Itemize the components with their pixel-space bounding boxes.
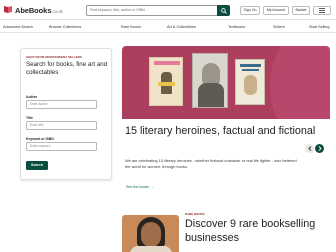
logo-tld: .co.uk: [51, 8, 63, 14]
card-title: Discover 9 rare bookselling businesses: [185, 218, 316, 244]
search-button[interactable]: Search: [26, 161, 48, 170]
site-header: AbeBooks.co.uk Find keyword, title, auth…: [0, 0, 336, 20]
header-search-button[interactable]: [217, 5, 230, 16]
book-cover-image: [235, 59, 265, 105]
nav-rare-books[interactable]: Rare Books: [121, 24, 141, 30]
menu-icon: [319, 8, 325, 13]
see-the-books-link[interactable]: See the books →: [125, 185, 155, 189]
title-label: Title: [26, 116, 33, 120]
abebooks-logo-icon: [3, 5, 13, 15]
rare-books-card[interactable]: RARE BOOKS Discover 9 rare bookselling b…: [122, 206, 330, 252]
main-nav: Advanced Search Browse Collections Rare …: [0, 21, 336, 33]
search-panel: SHOP FROM INDEPENDENT SELLERS Search for…: [20, 48, 112, 180]
search-icon: [220, 7, 227, 14]
menu-button[interactable]: [313, 6, 331, 15]
author-label: Author: [26, 95, 38, 99]
basket-button[interactable]: Basket: [292, 6, 310, 15]
nav-sellers[interactable]: Sellers: [273, 24, 285, 30]
logo-text: AbeBooks: [15, 5, 52, 15]
carousel-prev-button[interactable]: [305, 144, 314, 153]
nav-browse-collections[interactable]: Browse Collections: [49, 24, 81, 30]
sign-on-button[interactable]: Sign On: [240, 6, 260, 15]
panel-title: Search for books, fine art and collectab…: [26, 61, 108, 76]
nav-advanced-search[interactable]: Advanced Search: [3, 24, 33, 30]
hero-card[interactable]: 15 literary heroines, factual and fictio…: [122, 46, 330, 196]
book-cover-image: [149, 57, 183, 106]
arrow-right-icon: →: [150, 185, 155, 189]
chevron-right-icon: [318, 146, 322, 151]
hero-description: We are celebrating 15 literary heroines …: [125, 158, 297, 169]
nav-start-selling[interactable]: Start Selling: [309, 24, 329, 30]
bookseller-photo: [122, 215, 179, 252]
title-field[interactable]: Enter title: [26, 121, 97, 130]
author-field[interactable]: Enter Author: [26, 100, 97, 109]
hero-title: 15 literary heroines, factual and fictio…: [125, 125, 316, 137]
my-account-button[interactable]: My Account: [263, 6, 289, 15]
keyword-field[interactable]: Enter keyword: [26, 142, 97, 151]
header-search-input[interactable]: Find keyword, title, author or ISBN: [86, 5, 217, 16]
chevron-left-icon: [307, 146, 311, 151]
logo[interactable]: AbeBooks.co.uk: [3, 5, 63, 15]
card-tag: RARE BOOKS: [185, 212, 205, 216]
carousel-next-button[interactable]: [315, 144, 324, 153]
header-search: Find keyword, title, author or ISBN: [86, 5, 230, 16]
hero-image: [122, 46, 330, 119]
keyword-label: Keyword or ISBN: [26, 137, 54, 141]
panel-tag: SHOP FROM INDEPENDENT SELLERS: [26, 55, 83, 59]
book-cover-image: [192, 53, 228, 108]
nav-textbooks[interactable]: Textbooks: [228, 24, 245, 30]
nav-art-collectibles[interactable]: Art & Collectibles: [167, 24, 196, 30]
